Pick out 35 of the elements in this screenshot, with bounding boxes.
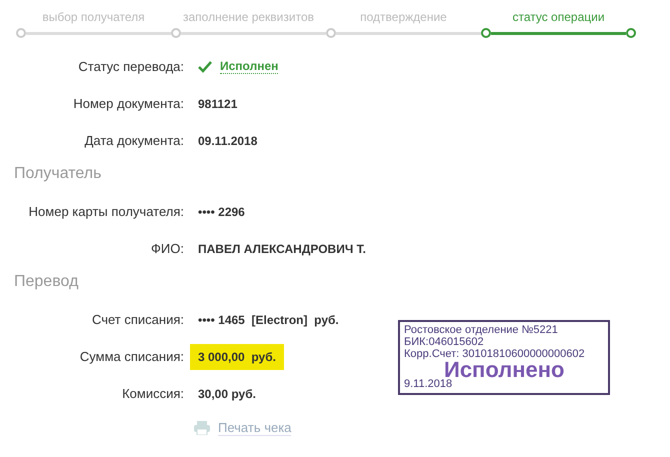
field-label: Статус перевода: (77, 59, 184, 74)
check-icon (198, 60, 212, 74)
field-label: Номер карты получателя: (28, 204, 184, 219)
stamp-status: Исполнено (444, 360, 564, 380)
field-label: Номер документа: (72, 96, 184, 111)
amount-highlight: 3 000,00 руб. (190, 344, 284, 370)
printer-icon (194, 421, 210, 435)
stamp-text: Ростовское отделение №5221 (404, 324, 559, 336)
stamp-text: Корр.Счет: 30101810600000000602 (404, 348, 586, 360)
section-title: Перевод (14, 273, 80, 291)
field-label: Счет списания: (90, 312, 184, 327)
stamp-text: БИК:046015602 (404, 336, 485, 348)
field-value: 09.11.2018 (198, 134, 258, 148)
step-marker (171, 28, 181, 38)
step-tab[interactable]: статус операции (481, 10, 636, 28)
status-link[interactable]: Исполнен (220, 59, 278, 74)
print-link[interactable]: Печать чека (218, 420, 292, 436)
field-label: Сумма списания: (78, 349, 184, 364)
step-tab[interactable]: подтверждение (326, 10, 481, 28)
stamp-date: 9.11.2018 (404, 378, 454, 390)
step-marker (481, 28, 491, 38)
step-tab[interactable]: выбор получателя (16, 10, 171, 28)
step-marker (16, 28, 26, 38)
step-marker (626, 28, 636, 38)
field-value: ПАВЕЛ АЛЕКСАНДРОВИЧ Т. (198, 242, 366, 256)
field-value: •••• 2296 (198, 204, 245, 218)
step-tab[interactable]: заполнение реквизитов (171, 10, 326, 28)
field-label: Дата документа: (84, 133, 184, 148)
step-marker (326, 28, 336, 38)
field-label: ФИО: (150, 241, 184, 256)
field-value: 30,00 руб. (198, 386, 256, 400)
field-value: •••• 1465 [Electron] руб. (198, 312, 339, 326)
field-label: Комиссия: (121, 386, 184, 401)
section-title: Получатель (14, 165, 102, 183)
field-value: 981121 (198, 96, 238, 110)
